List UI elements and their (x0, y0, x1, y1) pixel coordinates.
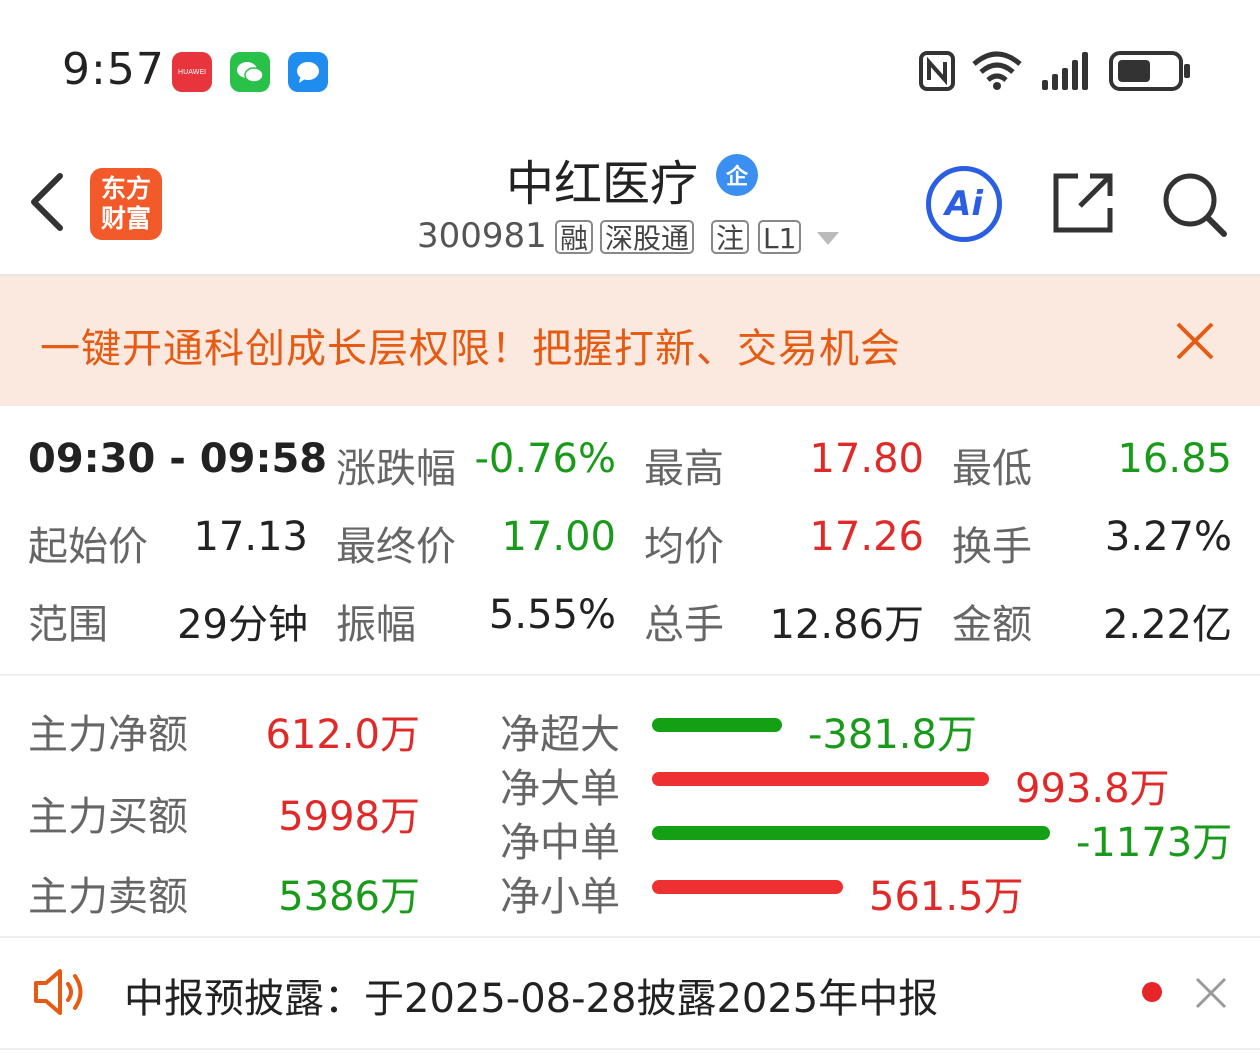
tag-registered: 注 (711, 220, 750, 255)
order-bar (652, 826, 1050, 840)
section-divider (0, 674, 1260, 676)
order-label: 净中单 (500, 820, 620, 866)
search-icon[interactable] (1160, 170, 1230, 240)
chevron-down-icon[interactable] (817, 232, 839, 245)
order-value: 993.8万 (1015, 766, 1170, 812)
stat-label: 范围 (28, 602, 108, 648)
order-bar (652, 772, 989, 786)
order-bar (652, 880, 843, 894)
flow-label: 主力卖额 (28, 874, 188, 920)
battery-icon (1109, 51, 1190, 91)
stat-value-high: 17.80 (809, 436, 924, 482)
flow-value-sell: 5386万 (278, 874, 420, 920)
promo-text[interactable]: 一键开通科创成长层权限！把握打新、交易机会 (40, 316, 901, 374)
messages-icon (288, 52, 328, 92)
section-divider (0, 936, 1260, 938)
stat-label: 涨跌幅 (336, 446, 456, 492)
stock-code: 300981 (417, 216, 547, 256)
stat-value-amplitude: 5.55% (488, 592, 616, 638)
huawei-appgallery-icon: HUAWEI (172, 52, 212, 92)
stat-value-change: -0.76% (474, 436, 616, 482)
flow-label: 主力买额 (28, 794, 188, 840)
logo-line1: 东方 (100, 174, 151, 203)
stat-value-low: 16.85 (1117, 436, 1232, 482)
eastmoney-logo: 东方 财富 (90, 168, 162, 240)
stat-value-avg: 17.26 (809, 514, 924, 560)
notice-text[interactable]: 中报预披露：于2025-08-28披露2025年中报 (124, 966, 938, 1024)
status-time: 9:57 (62, 44, 165, 95)
stat-label: 振幅 (336, 602, 416, 648)
section-divider (0, 1048, 1260, 1050)
wifi-icon (972, 51, 1022, 90)
stat-value-open: 17.13 (193, 514, 308, 560)
nfc-icon (919, 51, 955, 91)
speaker-icon (34, 969, 83, 1015)
close-icon[interactable] (1194, 976, 1228, 1010)
wechat-icon (230, 52, 270, 92)
flow-value-buy: 5998万 (278, 794, 420, 840)
ai-assistant-button[interactable]: Ai (926, 166, 1002, 242)
stat-value-amount: 2.22亿 (1102, 602, 1232, 648)
logo-line2: 财富 (100, 204, 151, 233)
stat-value-turnover: 3.27% (1104, 514, 1232, 560)
signal-icon (1042, 52, 1088, 90)
stat-label: 均价 (644, 524, 724, 570)
unread-dot (1142, 982, 1162, 1002)
stat-label: 最低 (952, 446, 1032, 492)
stat-value-close: 17.00 (501, 514, 616, 560)
share-icon[interactable] (1050, 170, 1116, 236)
stat-label: 起始价 (28, 524, 148, 570)
time-range: 09:30 - 09:58 (28, 436, 328, 482)
order-value: -381.8万 (808, 712, 977, 758)
stat-value-volume: 12.86万 (769, 602, 924, 648)
stat-label: 换手 (952, 524, 1032, 570)
back-button[interactable] (22, 170, 72, 234)
flow-label: 主力净额 (28, 712, 188, 758)
order-label: 净小单 (500, 874, 620, 920)
tag-margin: 融 (555, 220, 594, 255)
stat-label: 总手 (644, 602, 724, 648)
order-label: 净超大 (500, 712, 620, 758)
order-label: 净大单 (500, 766, 620, 812)
tag-level1: L1 (758, 220, 802, 255)
order-value: -1173万 (1076, 820, 1233, 866)
stat-label: 最终价 (336, 524, 456, 570)
stat-value-range: 29分钟 (177, 602, 308, 648)
stat-label: 金额 (952, 602, 1032, 648)
order-bar (652, 718, 782, 732)
close-icon[interactable] (1172, 318, 1218, 364)
tag-sz-connect: 深股通 (600, 220, 695, 255)
flow-value-net: 612.0万 (265, 712, 420, 758)
stock-name[interactable]: 中红医疗 (506, 144, 698, 214)
enterprise-badge: 企 (716, 154, 758, 196)
stat-label: 最高 (644, 446, 724, 492)
order-value: 561.5万 (869, 874, 1024, 920)
